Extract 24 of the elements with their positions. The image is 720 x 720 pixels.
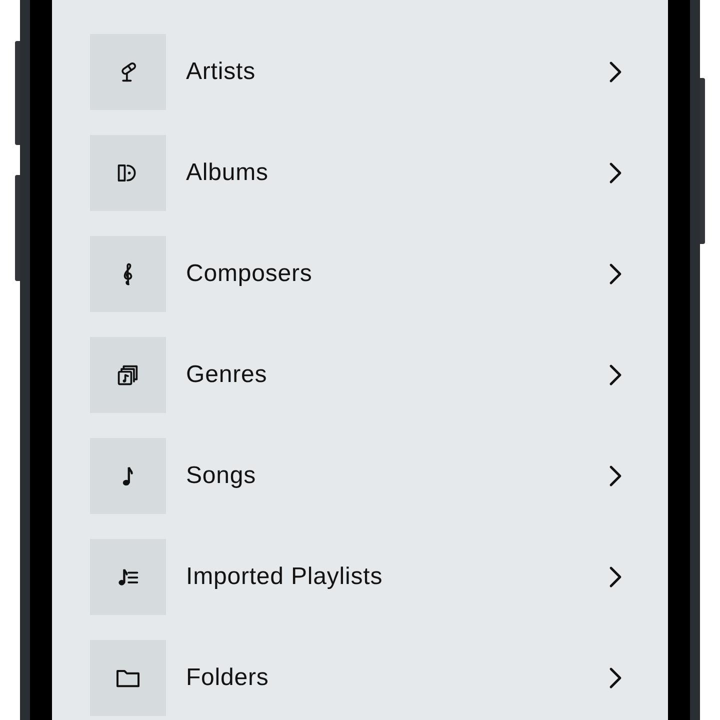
folder-icon	[90, 640, 166, 716]
category-label[interactable]: Composers	[186, 260, 312, 288]
category-label[interactable]: Albums	[186, 159, 268, 187]
note-list-icon	[90, 539, 166, 615]
treble-clef-icon	[90, 236, 166, 312]
chevron-right-icon	[609, 162, 622, 184]
chevron-right-icon	[609, 364, 622, 386]
chevron-right-icon	[609, 667, 622, 689]
stacked-squares-icon	[90, 337, 166, 413]
album-icon	[90, 135, 166, 211]
category-label[interactable]: Artists	[186, 58, 256, 86]
side-button[interactable]	[700, 78, 705, 244]
chevron-right-icon	[609, 61, 622, 83]
category-label[interactable]: Genres	[186, 361, 268, 389]
music-note-icon	[90, 438, 166, 514]
microphone-icon	[90, 34, 166, 110]
category-label[interactable]: Imported Playlists	[186, 563, 383, 591]
side-button[interactable]	[15, 175, 20, 281]
chevron-right-icon	[609, 566, 622, 588]
category-label[interactable]: Folders	[186, 664, 269, 692]
category-label[interactable]: Songs	[186, 462, 256, 490]
chevron-right-icon	[609, 263, 622, 285]
side-button[interactable]	[15, 41, 20, 145]
chevron-right-icon	[609, 465, 622, 487]
